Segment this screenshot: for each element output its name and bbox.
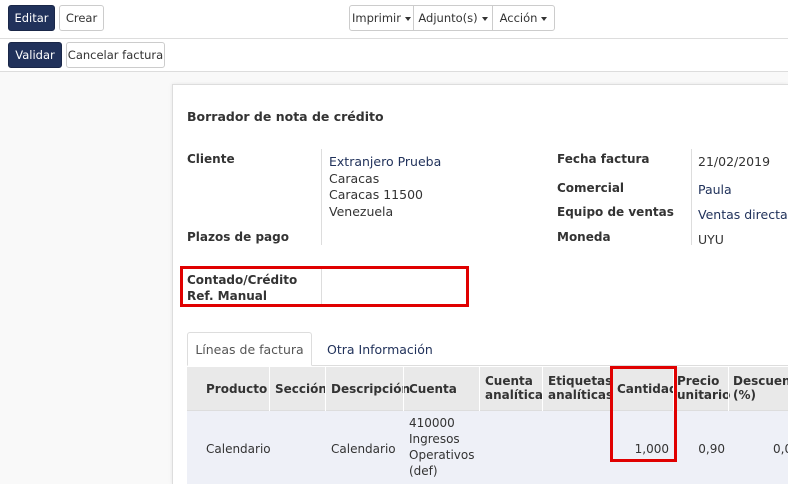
column-header[interactable]: Etiquetas analíticas (548, 374, 614, 402)
invoice-lines-header: Producto Sección Descripción Cuenta Cuen… (187, 367, 788, 411)
attachments-label: Adjunto(s) (418, 11, 478, 25)
column-header[interactable]: Producto (206, 382, 267, 396)
customer-link[interactable]: Extranjero Prueba (329, 154, 441, 169)
column-divider (542, 367, 543, 411)
action-dropdown[interactable]: Acción (493, 6, 554, 30)
create-button[interactable]: Crear (59, 5, 104, 31)
column-header[interactable]: Descuento (%) (733, 374, 788, 402)
customer-address-line: Caracas (329, 171, 380, 186)
unit-price-cell: 0,90 (698, 442, 725, 456)
sales-team-label: Equipo de ventas (557, 205, 674, 219)
caret-down-icon (541, 16, 548, 21)
field-separator (321, 149, 322, 245)
validate-button[interactable]: Validar (8, 42, 62, 68)
column-header[interactable]: Cuenta (409, 382, 457, 396)
invoice-date-label: Fecha factura (557, 152, 650, 166)
payment-terms-label: Plazos de pago (187, 230, 289, 244)
currency-field[interactable]: UYU (698, 232, 724, 247)
customer-label: Cliente (187, 152, 235, 166)
sales-team-link[interactable]: Ventas directas (698, 207, 788, 222)
account-cell-line: 410000 (409, 416, 455, 430)
column-divider (403, 367, 404, 411)
form-sheet: Borrador de nota de crédito Cliente Extr… (172, 84, 788, 484)
currency-label: Moneda (557, 230, 611, 244)
column-divider (325, 367, 326, 411)
column-divider (269, 367, 270, 411)
column-header[interactable]: Precio unitario (677, 374, 730, 402)
payment-terms-field[interactable] (329, 225, 529, 245)
column-divider (728, 367, 729, 411)
customer-address-line: Caracas 11500 (329, 187, 423, 202)
column-header[interactable]: Sección (275, 382, 327, 396)
edit-button[interactable]: Editar (8, 5, 55, 31)
tab-other-info[interactable]: Otra Información (327, 332, 433, 366)
sidebar-actions-group: Imprimir Adjunto(s) Acción (349, 5, 555, 31)
field-separator (691, 149, 692, 245)
caret-down-icon (404, 16, 411, 21)
control-panel: Editar Crear Imprimir Adjunto(s) Acción (0, 0, 788, 38)
column-header[interactable]: Descripción (331, 382, 410, 396)
customer-address-line: Venezuela (329, 204, 394, 219)
discount-cell: 0,0 (773, 442, 788, 456)
account-cell-line: Ingresos (409, 432, 460, 446)
invoice-date-field[interactable]: 21/02/2019 (698, 154, 770, 169)
table-row[interactable]: Calendario Calendario 410000 Ingresos Op… (187, 411, 788, 484)
action-label: Acción (499, 11, 538, 25)
column-divider (479, 367, 480, 411)
column-header[interactable]: Cuenta analítica (485, 374, 543, 402)
caret-down-icon (481, 16, 488, 21)
account-cell-line: Operativos (409, 448, 475, 462)
salesperson-label: Comercial (557, 181, 625, 195)
status-bar: Validar Cancelar factura (0, 38, 788, 72)
print-label: Imprimir (352, 11, 401, 25)
page-title: Borrador de nota de crédito (187, 109, 384, 124)
tab-invoice-lines[interactable]: Líneas de factura (187, 332, 312, 366)
print-dropdown[interactable]: Imprimir (350, 6, 414, 30)
attachments-dropdown[interactable]: Adjunto(s) (414, 6, 493, 30)
salesperson-link[interactable]: Paula (698, 182, 732, 197)
product-cell: Calendario (206, 442, 271, 456)
highlight-box (180, 266, 469, 307)
description-cell: Calendario (331, 442, 396, 456)
highlight-box (610, 366, 677, 462)
cancel-invoice-button[interactable]: Cancelar factura (66, 42, 165, 68)
account-cell-line: (def) (409, 464, 438, 478)
